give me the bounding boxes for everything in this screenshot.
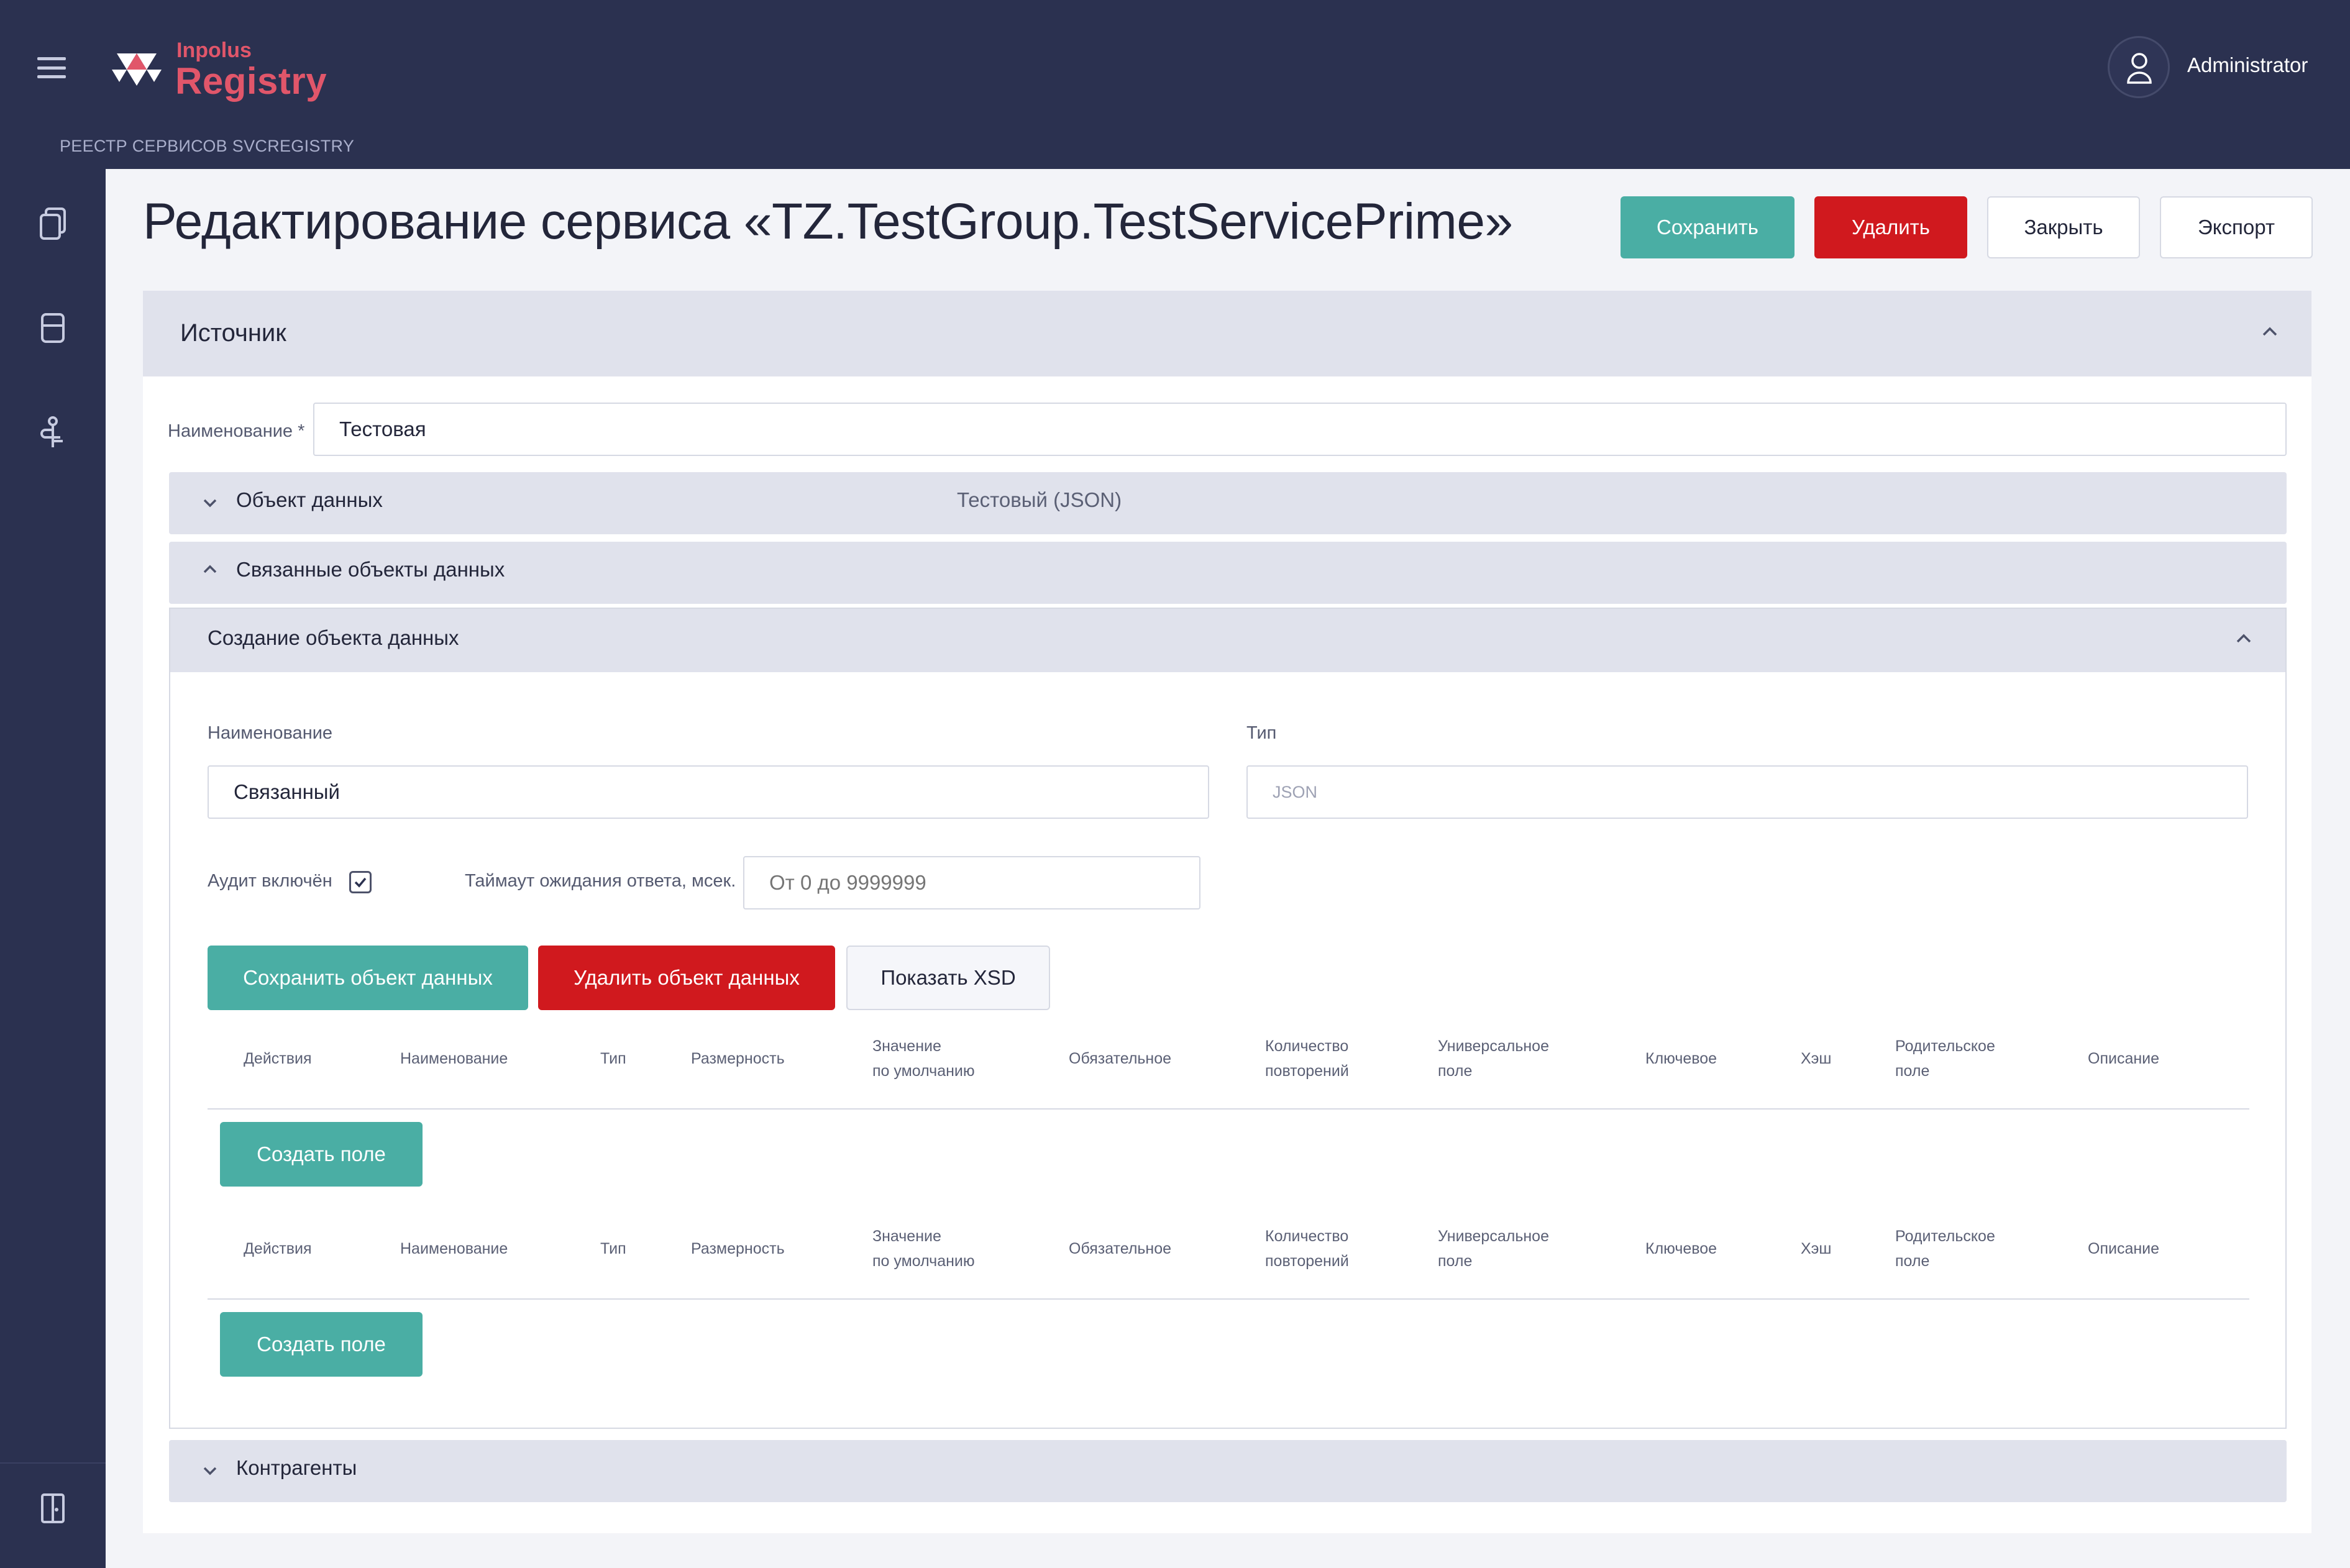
username[interactable]: Administrator xyxy=(2187,53,2308,77)
counterparties-label: Контрагенты xyxy=(236,1456,357,1479)
col-required: Обязательное xyxy=(1069,1240,1172,1257)
col-description: Описание xyxy=(2088,1240,2160,1257)
audit-label: Аудит включён xyxy=(208,871,332,891)
user-icon xyxy=(2127,53,2152,84)
col-universal-line1: Универсальное xyxy=(1438,1037,1549,1055)
table-divider xyxy=(208,1108,2249,1110)
chevron-up-icon[interactable] xyxy=(203,564,217,574)
col-default-line2: по умолчанию xyxy=(872,1062,975,1080)
source-name-label: Наименование * xyxy=(168,421,305,441)
save-object-button[interactable]: Сохранить объект данных xyxy=(208,946,528,1010)
col-repeat-line2: повторений xyxy=(1265,1252,1349,1270)
logo-title: Registry xyxy=(175,60,327,102)
data-object-row[interactable] xyxy=(169,472,2287,534)
col-dimension: Размерность xyxy=(691,1240,785,1257)
source-name-input[interactable]: Тестовая xyxy=(313,403,2287,456)
audit-checkbox[interactable] xyxy=(349,871,372,893)
col-parent-line2: поле xyxy=(1895,1252,1930,1270)
col-dimension: Размерность xyxy=(691,1050,785,1067)
col-universal-line1: Универсальное xyxy=(1438,1228,1549,1245)
documents-icon[interactable] xyxy=(37,206,68,241)
object-type-select[interactable]: JSON xyxy=(1246,765,2248,819)
col-repeat-line1: Количество xyxy=(1265,1228,1349,1245)
create-object-panel xyxy=(169,608,2287,1429)
create-field-button[interactable]: Создать поле xyxy=(220,1122,423,1187)
col-description: Описание xyxy=(2088,1050,2160,1067)
col-parent-line2: поле xyxy=(1895,1062,1930,1080)
col-actions: Действия xyxy=(244,1240,312,1257)
create-object-title: Создание объекта данных xyxy=(208,626,459,649)
col-hash: Хэш xyxy=(1801,1050,1832,1067)
export-button[interactable]: Экспорт xyxy=(2160,196,2313,258)
object-name-label: Наименование xyxy=(208,723,333,743)
col-universal: Универсальное поле xyxy=(1438,1224,1549,1274)
col-type: Тип xyxy=(600,1240,626,1257)
save-button[interactable]: Сохранить xyxy=(1621,196,1795,258)
source-section-title: Источник xyxy=(180,319,286,347)
menu-icon[interactable] xyxy=(37,57,66,78)
table-divider xyxy=(208,1298,2249,1300)
col-default-line1: Значение xyxy=(872,1228,941,1245)
col-default-line1: Значение xyxy=(872,1037,941,1055)
col-required: Обязательное xyxy=(1069,1050,1172,1067)
col-repeat-line1: Количество xyxy=(1265,1037,1349,1055)
user-avatar[interactable] xyxy=(2108,36,2170,98)
sidebar-divider xyxy=(0,1462,106,1464)
object-type-label: Тип xyxy=(1246,723,1277,743)
col-actions: Действия xyxy=(244,1050,312,1067)
create-field-button[interactable]: Создать поле xyxy=(220,1312,423,1377)
col-default-line2: по умолчанию xyxy=(872,1252,975,1270)
col-default: Значение по умолчанию xyxy=(872,1224,975,1274)
timeout-label: Таймаут ожидания ответа, мсек. xyxy=(465,871,736,891)
network-icon[interactable] xyxy=(37,415,68,450)
col-hash: Хэш xyxy=(1801,1240,1832,1257)
object-name-input[interactable]: Связанный xyxy=(208,765,1209,819)
sidebar xyxy=(0,169,106,1568)
col-key: Ключевое xyxy=(1645,1050,1717,1067)
col-repeat-count: Количество повторений xyxy=(1265,1224,1349,1274)
create-object-header[interactable] xyxy=(170,609,2285,672)
col-name: Наименование xyxy=(400,1240,508,1257)
chevron-up-icon[interactable] xyxy=(2262,326,2278,337)
related-objects-label: Связанные объекты данных xyxy=(236,558,505,581)
delete-object-button[interactable]: Удалить объект данных xyxy=(538,946,835,1010)
show-xsd-button[interactable]: Показать XSD xyxy=(846,946,1050,1010)
col-universal: Универсальное поле xyxy=(1438,1034,1549,1083)
col-parent: Родительское поле xyxy=(1895,1224,1995,1274)
col-type: Тип xyxy=(600,1050,626,1067)
data-object-value: Тестовый (JSON) xyxy=(957,488,1122,511)
col-key: Ключевое xyxy=(1645,1240,1717,1257)
chevron-up-icon[interactable] xyxy=(2236,632,2252,644)
counterparties-row[interactable] xyxy=(169,1440,2287,1502)
chevron-down-icon[interactable] xyxy=(203,1466,217,1476)
col-universal-line2: поле xyxy=(1438,1062,1473,1080)
close-button[interactable]: Закрыть xyxy=(1987,196,2140,258)
checkmark-icon xyxy=(354,877,367,888)
col-repeat-count: Количество повторений xyxy=(1265,1034,1349,1083)
col-parent: Родительское поле xyxy=(1895,1034,1995,1083)
col-universal-line2: поле xyxy=(1438,1252,1473,1270)
col-parent-line1: Родительское xyxy=(1895,1228,1995,1245)
data-object-label: Объект данных xyxy=(236,488,383,511)
col-name: Наименование xyxy=(400,1050,508,1067)
col-repeat-line2: повторений xyxy=(1265,1062,1349,1080)
source-section-header[interactable] xyxy=(143,291,2311,376)
breadcrumb[interactable]: РЕЕСТР СЕРВИСОВ SVCREGISTRY xyxy=(60,137,354,156)
page-title: Редактирование сервиса «TZ.TestGroup.Tes… xyxy=(143,193,1513,250)
logout-icon[interactable] xyxy=(37,1491,68,1526)
database-icon[interactable] xyxy=(37,311,68,345)
registry-logo-icon xyxy=(112,53,162,86)
delete-button[interactable]: Удалить xyxy=(1814,196,1967,258)
col-parent-line1: Родительское xyxy=(1895,1037,1995,1055)
col-default: Значение по умолчанию xyxy=(872,1034,975,1083)
chevron-down-icon[interactable] xyxy=(203,498,217,508)
timeout-input[interactable] xyxy=(743,856,1200,909)
